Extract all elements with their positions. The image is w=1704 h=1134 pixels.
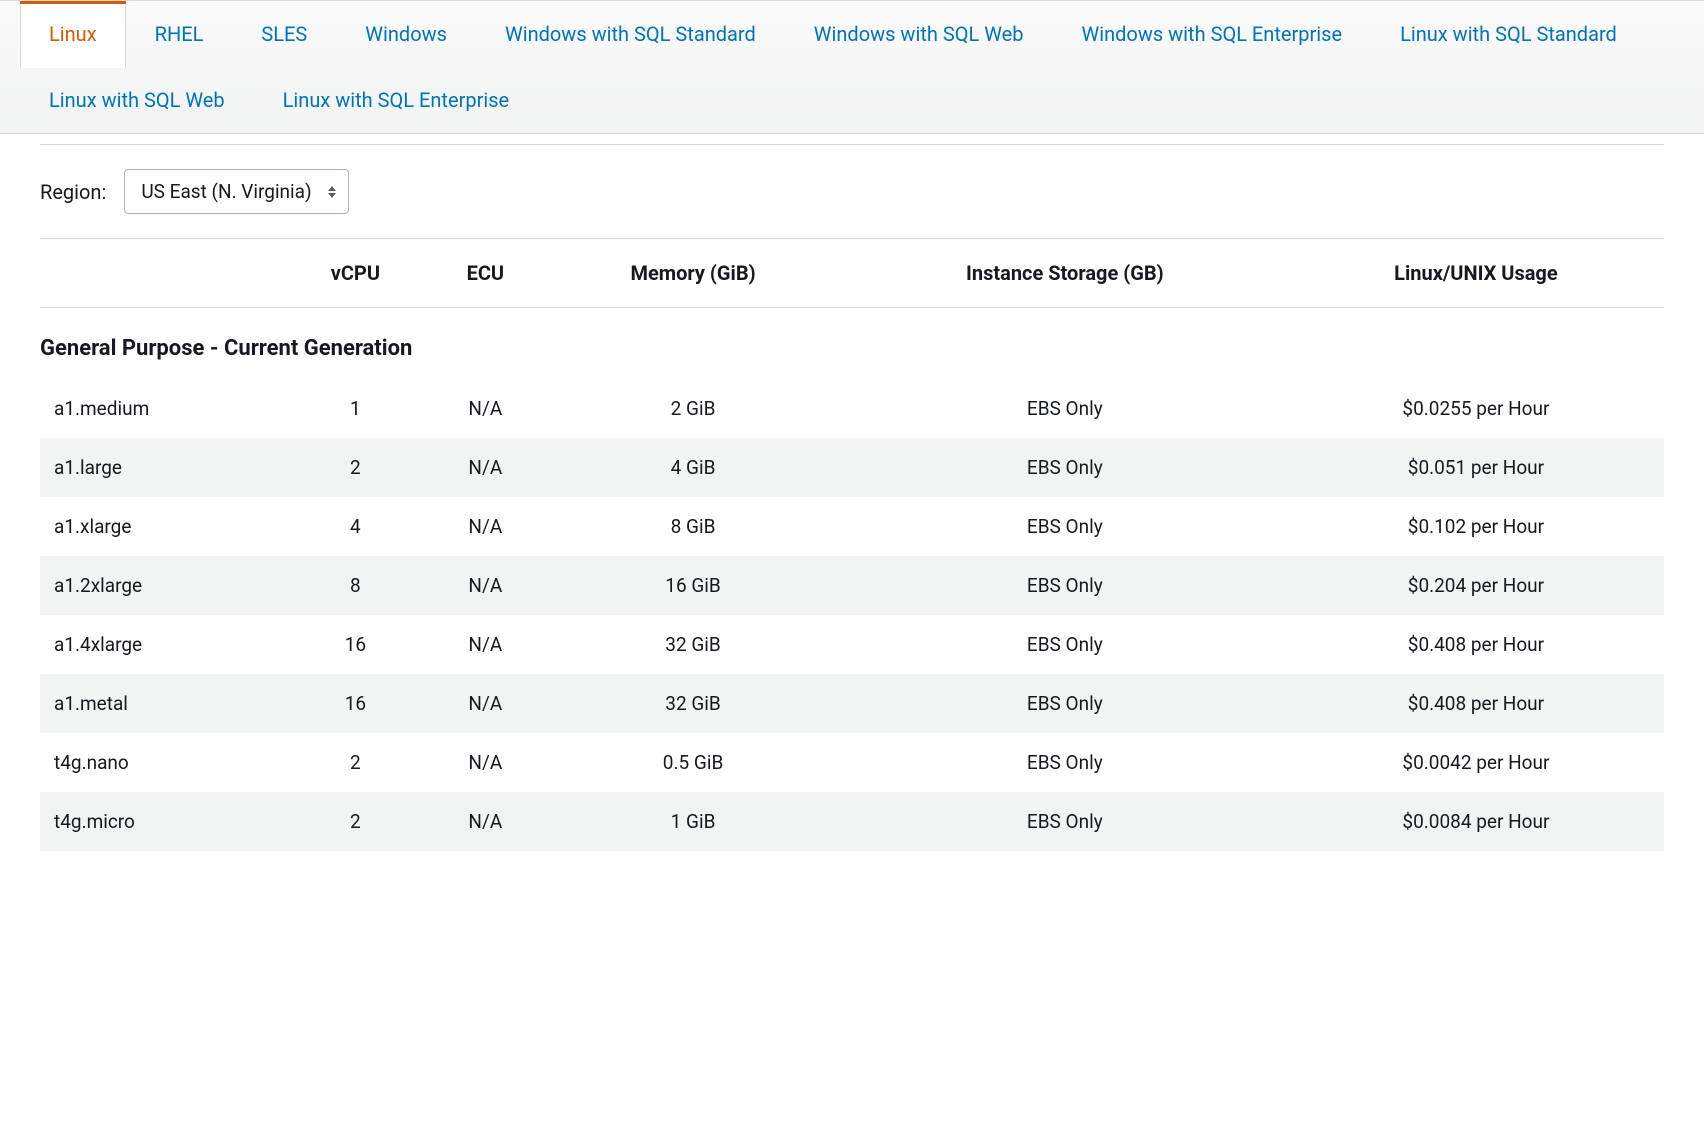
vcpu-value: 2 bbox=[284, 792, 426, 851]
col-instance bbox=[40, 239, 284, 308]
ecu-value: N/A bbox=[426, 497, 544, 556]
tab-windows-with-sql-enterprise[interactable]: Windows with SQL Enterprise bbox=[1053, 1, 1372, 67]
price-value: $0.0084 per Hour bbox=[1288, 792, 1664, 851]
region-label: Region: bbox=[40, 180, 106, 204]
instance-name: a1.large bbox=[40, 438, 284, 497]
table-row: a1.4xlarge16N/A32 GiBEBS Only$0.408 per … bbox=[40, 615, 1664, 674]
vcpu-value: 2 bbox=[284, 733, 426, 792]
table-header-row: vCPU ECU Memory (GiB) Instance Storage (… bbox=[40, 239, 1664, 308]
table-row: a1.large2N/A4 GiBEBS Only$0.051 per Hour bbox=[40, 438, 1664, 497]
vcpu-value: 1 bbox=[284, 379, 426, 438]
storage-value: EBS Only bbox=[842, 674, 1288, 733]
vcpu-value: 4 bbox=[284, 497, 426, 556]
section-title-row: General Purpose - Current Generation bbox=[40, 308, 1664, 380]
ecu-value: N/A bbox=[426, 733, 544, 792]
section-title: General Purpose - Current Generation bbox=[40, 308, 1664, 380]
col-memory: Memory (GiB) bbox=[544, 239, 842, 308]
price-value: $0.0042 per Hour bbox=[1288, 733, 1664, 792]
instance-name: t4g.nano bbox=[40, 733, 284, 792]
memory-value: 4 GiB bbox=[544, 438, 842, 497]
vcpu-value: 8 bbox=[284, 556, 426, 615]
table-row: t4g.micro2N/A1 GiBEBS Only$0.0084 per Ho… bbox=[40, 792, 1664, 851]
price-value: $0.408 per Hour bbox=[1288, 615, 1664, 674]
price-value: $0.0255 per Hour bbox=[1288, 379, 1664, 438]
tab-linux-with-sql-web[interactable]: Linux with SQL Web bbox=[20, 67, 254, 133]
storage-value: EBS Only bbox=[842, 792, 1288, 851]
instance-name: a1.metal bbox=[40, 674, 284, 733]
table-row: t4g.nano2N/A0.5 GiBEBS Only$0.0042 per H… bbox=[40, 733, 1664, 792]
table-row: a1.metal16N/A32 GiBEBS Only$0.408 per Ho… bbox=[40, 674, 1664, 733]
instance-name: a1.2xlarge bbox=[40, 556, 284, 615]
region-row: Region: US East (N. Virginia) bbox=[40, 144, 1664, 239]
pricing-content: Region: US East (N. Virginia) vCPU ECU M… bbox=[0, 144, 1704, 851]
col-vcpu: vCPU bbox=[284, 239, 426, 308]
price-value: $0.204 per Hour bbox=[1288, 556, 1664, 615]
ecu-value: N/A bbox=[426, 379, 544, 438]
memory-value: 32 GiB bbox=[544, 615, 842, 674]
ecu-value: N/A bbox=[426, 438, 544, 497]
ecu-value: N/A bbox=[426, 615, 544, 674]
memory-value: 8 GiB bbox=[544, 497, 842, 556]
price-value: $0.408 per Hour bbox=[1288, 674, 1664, 733]
memory-value: 2 GiB bbox=[544, 379, 842, 438]
vcpu-value: 16 bbox=[284, 674, 426, 733]
col-usage: Linux/UNIX Usage bbox=[1288, 239, 1664, 308]
price-value: $0.051 per Hour bbox=[1288, 438, 1664, 497]
instance-name: a1.xlarge bbox=[40, 497, 284, 556]
instance-name: t4g.micro bbox=[40, 792, 284, 851]
storage-value: EBS Only bbox=[842, 733, 1288, 792]
tab-rhel[interactable]: RHEL bbox=[126, 1, 233, 67]
region-select[interactable]: US East (N. Virginia) bbox=[124, 169, 348, 214]
tab-linux[interactable]: Linux bbox=[20, 1, 126, 68]
table-row: a1.2xlarge8N/A16 GiBEBS Only$0.204 per H… bbox=[40, 556, 1664, 615]
tab-linux-with-sql-standard[interactable]: Linux with SQL Standard bbox=[1371, 1, 1646, 67]
ecu-value: N/A bbox=[426, 556, 544, 615]
col-ecu: ECU bbox=[426, 239, 544, 308]
tab-windows-with-sql-standard[interactable]: Windows with SQL Standard bbox=[476, 1, 785, 67]
storage-value: EBS Only bbox=[842, 615, 1288, 674]
tab-windows-with-sql-web[interactable]: Windows with SQL Web bbox=[785, 1, 1053, 67]
memory-value: 16 GiB bbox=[544, 556, 842, 615]
tab-windows[interactable]: Windows bbox=[336, 1, 476, 67]
storage-value: EBS Only bbox=[842, 556, 1288, 615]
instance-name: a1.medium bbox=[40, 379, 284, 438]
ecu-value: N/A bbox=[426, 792, 544, 851]
storage-value: EBS Only bbox=[842, 438, 1288, 497]
col-storage: Instance Storage (GB) bbox=[842, 239, 1288, 308]
os-tabs: LinuxRHELSLESWindowsWindows with SQL Sta… bbox=[0, 0, 1704, 134]
table-row: a1.medium1N/A2 GiBEBS Only$0.0255 per Ho… bbox=[40, 379, 1664, 438]
ecu-value: N/A bbox=[426, 674, 544, 733]
table-row: a1.xlarge4N/A8 GiBEBS Only$0.102 per Hou… bbox=[40, 497, 1664, 556]
instance-name: a1.4xlarge bbox=[40, 615, 284, 674]
memory-value: 1 GiB bbox=[544, 792, 842, 851]
pricing-table: vCPU ECU Memory (GiB) Instance Storage (… bbox=[40, 239, 1664, 851]
region-selected-value: US East (N. Virginia) bbox=[141, 180, 311, 203]
memory-value: 0.5 GiB bbox=[544, 733, 842, 792]
tab-linux-with-sql-enterprise[interactable]: Linux with SQL Enterprise bbox=[254, 67, 539, 133]
vcpu-value: 2 bbox=[284, 438, 426, 497]
price-value: $0.102 per Hour bbox=[1288, 497, 1664, 556]
storage-value: EBS Only bbox=[842, 379, 1288, 438]
memory-value: 32 GiB bbox=[544, 674, 842, 733]
sort-icon bbox=[328, 186, 336, 198]
vcpu-value: 16 bbox=[284, 615, 426, 674]
tab-sles[interactable]: SLES bbox=[232, 1, 336, 67]
storage-value: EBS Only bbox=[842, 497, 1288, 556]
